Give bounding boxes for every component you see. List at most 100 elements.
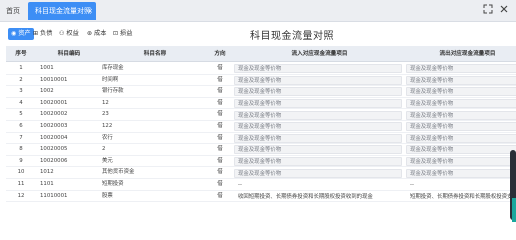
btn-equity[interactable]: ⚇ 权益 [56, 28, 82, 40]
row-name: 农行 [102, 134, 113, 141]
row-no: 8 [19, 146, 23, 153]
table-row[interactable]: 6 10020003 122 借 现金及现金等价物 现金及现金等价物 [6, 121, 516, 133]
row-direction: 借 [217, 157, 223, 164]
row-outflow-field[interactable]: 现金及现金等价物 [406, 99, 516, 109]
row-inflow-field[interactable]: 现金及现金等价物 [234, 157, 402, 167]
row-direction: 借 [217, 76, 223, 83]
tab-bar: 首页 科目现金流量对照 × [0, 0, 516, 22]
equity-icon: ⚇ [59, 30, 65, 37]
row-name: 其他货币资金 [102, 169, 135, 176]
table-row[interactable]: 7 10020004 农行 借 现金及现金等价物 现金及现金等价物 [6, 133, 516, 145]
row-outflow-field[interactable]: 现金及现金等价物 [406, 145, 516, 155]
row-no: 10 [17, 169, 25, 176]
row-inflow-field[interactable]: 现金及现金等价物 [234, 168, 402, 178]
header-dir: 方向 [214, 51, 226, 57]
table-row[interactable]: 9 10020006 美元 借 现金及现金等价物 现金及现金等价物 [6, 156, 516, 168]
row-code: 11010001 [40, 192, 68, 199]
row-no: 2 [19, 76, 23, 83]
row-outflow-field[interactable]: 现金及现金等价物 [406, 64, 516, 74]
row-no: 5 [19, 111, 23, 118]
table-row[interactable]: 1 1001 库存现金 借 现金及现金等价物 现金及现金等价物 [6, 63, 516, 75]
table-row[interactable]: 5 10020002 23 借 现金及现金等价物 现金及现金等价物 [6, 109, 516, 121]
header-outflow: 流出对应现金流量项目 [439, 51, 496, 57]
table-row[interactable]: 11 1101 短期投资 借 -- -- [6, 179, 516, 191]
row-direction: 借 [217, 134, 223, 141]
table-row[interactable]: 3 1002 银行存款 借 现金及现金等价物 现金及现金等价物 [6, 86, 516, 98]
row-outflow-field[interactable]: 现金及现金等价物 [406, 87, 516, 97]
row-code: 10020002 [40, 111, 68, 118]
row-direction: 借 [217, 88, 223, 95]
row-code: 10020006 [40, 157, 68, 164]
row-name: 122 [102, 123, 113, 129]
row-no: 4 [19, 99, 23, 106]
row-inflow-field[interactable]: 现金及现金等价物 [234, 99, 402, 109]
row-outflow-field[interactable]: 现金及现金等价物 [406, 168, 516, 178]
row-no: 6 [19, 123, 23, 129]
table-header: 序号 科目编码 科目名称 方向 流入对应现金流量项目 流出对应现金流量项目 [6, 46, 516, 62]
row-direction: 借 [217, 123, 223, 129]
row-code: 10020005 [40, 146, 68, 153]
table-row[interactable]: 2 10010001 时间啊 借 现金及现金等价物 现金及现金等价物 [6, 75, 516, 87]
row-inflow-field[interactable]: 现金及现金等价物 [234, 64, 402, 74]
btn-pl[interactable]: ⊡ 损益 [110, 28, 135, 40]
row-code: 10020004 [40, 134, 68, 141]
page-title: 科目现金流量对照 [250, 31, 334, 42]
row-inflow-field[interactable]: 现金及现金等价物 [234, 133, 402, 143]
row-inflow-field[interactable]: 现金及现金等价物 [234, 145, 402, 155]
row-name: 2 [102, 146, 106, 153]
row-no: 1 [19, 65, 23, 71]
row-code: 10020003 [40, 123, 68, 129]
table-row[interactable]: 12 11010001 股票 借 收回短期投资、长期债券投资和长期股权投资收到的现金 短期… [6, 191, 516, 203]
row-inflow-field[interactable]: 收回短期投资、长期债券投资和长期股权投资收到的现金 [234, 192, 402, 201]
row-direction: 借 [217, 181, 223, 187]
asset-icon: ◉ [11, 30, 17, 37]
row-inflow-field[interactable]: 现金及现金等价物 [234, 122, 402, 132]
header-code: 科目编码 [57, 51, 81, 57]
row-direction: 借 [217, 192, 223, 199]
row-name: 12 [102, 99, 109, 106]
close-window-icon[interactable] [498, 4, 510, 16]
row-direction: 借 [217, 146, 223, 153]
row-direction: 借 [217, 65, 223, 71]
row-name: 库存现金 [102, 65, 124, 71]
row-code: 1101 [40, 181, 54, 187]
table-row[interactable]: 8 10020005 2 借 现金及现金等价物 现金及现金等价物 [6, 144, 516, 156]
tab-label: 科目现金流量对照 [35, 7, 91, 15]
row-no: 11 [17, 181, 25, 187]
tab-cashflow-mapping[interactable]: 科目现金流量对照 × [28, 2, 96, 20]
collapse-icon[interactable] [482, 4, 494, 16]
row-no: 3 [19, 88, 23, 95]
row-outflow-field[interactable]: 现金及现金等价物 [406, 110, 516, 120]
table-row[interactable]: 4 10020001 12 借 现金及现金等价物 现金及现金等价物 [6, 98, 516, 110]
tab-home[interactable]: 首页 [6, 6, 20, 16]
row-no: 7 [19, 134, 23, 141]
scrollbar-thumb[interactable] [512, 198, 516, 222]
row-no: 12 [17, 192, 25, 199]
row-code: 1002 [40, 88, 54, 95]
row-name: 短期投资 [102, 181, 124, 187]
header-no: 序号 [15, 51, 27, 57]
row-name: 股票 [102, 192, 113, 199]
row-name: 23 [102, 111, 109, 118]
row-outflow-field[interactable]: 现金及现金等价物 [406, 157, 516, 167]
table-row[interactable]: 10 1012 其他货币资金 借 现金及现金等价物 现金及现金等价物 [6, 167, 516, 179]
row-inflow-field[interactable]: 现金及现金等价物 [234, 110, 402, 120]
row-outflow-field[interactable]: 现金及现金等价物 [406, 122, 516, 132]
row-inflow-field[interactable]: 现金及现金等价物 [234, 75, 402, 85]
pl-icon: ⊡ [113, 30, 119, 37]
row-inflow-field[interactable]: 现金及现金等价物 [234, 87, 402, 97]
row-name: 美元 [102, 157, 113, 164]
row-inflow-field[interactable]: -- [234, 180, 402, 189]
btn-cost[interactable]: ⊛ 成本 [84, 28, 109, 40]
row-code: 10020001 [40, 99, 68, 106]
row-outflow-field[interactable]: 现金及现金等价物 [406, 133, 516, 143]
row-direction: 借 [217, 111, 223, 118]
row-outflow-field[interactable]: -- [406, 180, 516, 189]
row-name: 银行存款 [102, 88, 124, 95]
row-outflow-field[interactable]: 短期投资、长期债券投资和长期股权投资支付的现金 [406, 192, 516, 201]
close-icon[interactable]: × [87, 2, 93, 20]
row-outflow-field[interactable]: 现金及现金等价物 [406, 75, 516, 85]
btn-liability[interactable]: ⊞ 负债 [30, 28, 55, 40]
header-name: 科目名称 [143, 51, 167, 57]
liability-icon: ⊞ [33, 30, 39, 37]
